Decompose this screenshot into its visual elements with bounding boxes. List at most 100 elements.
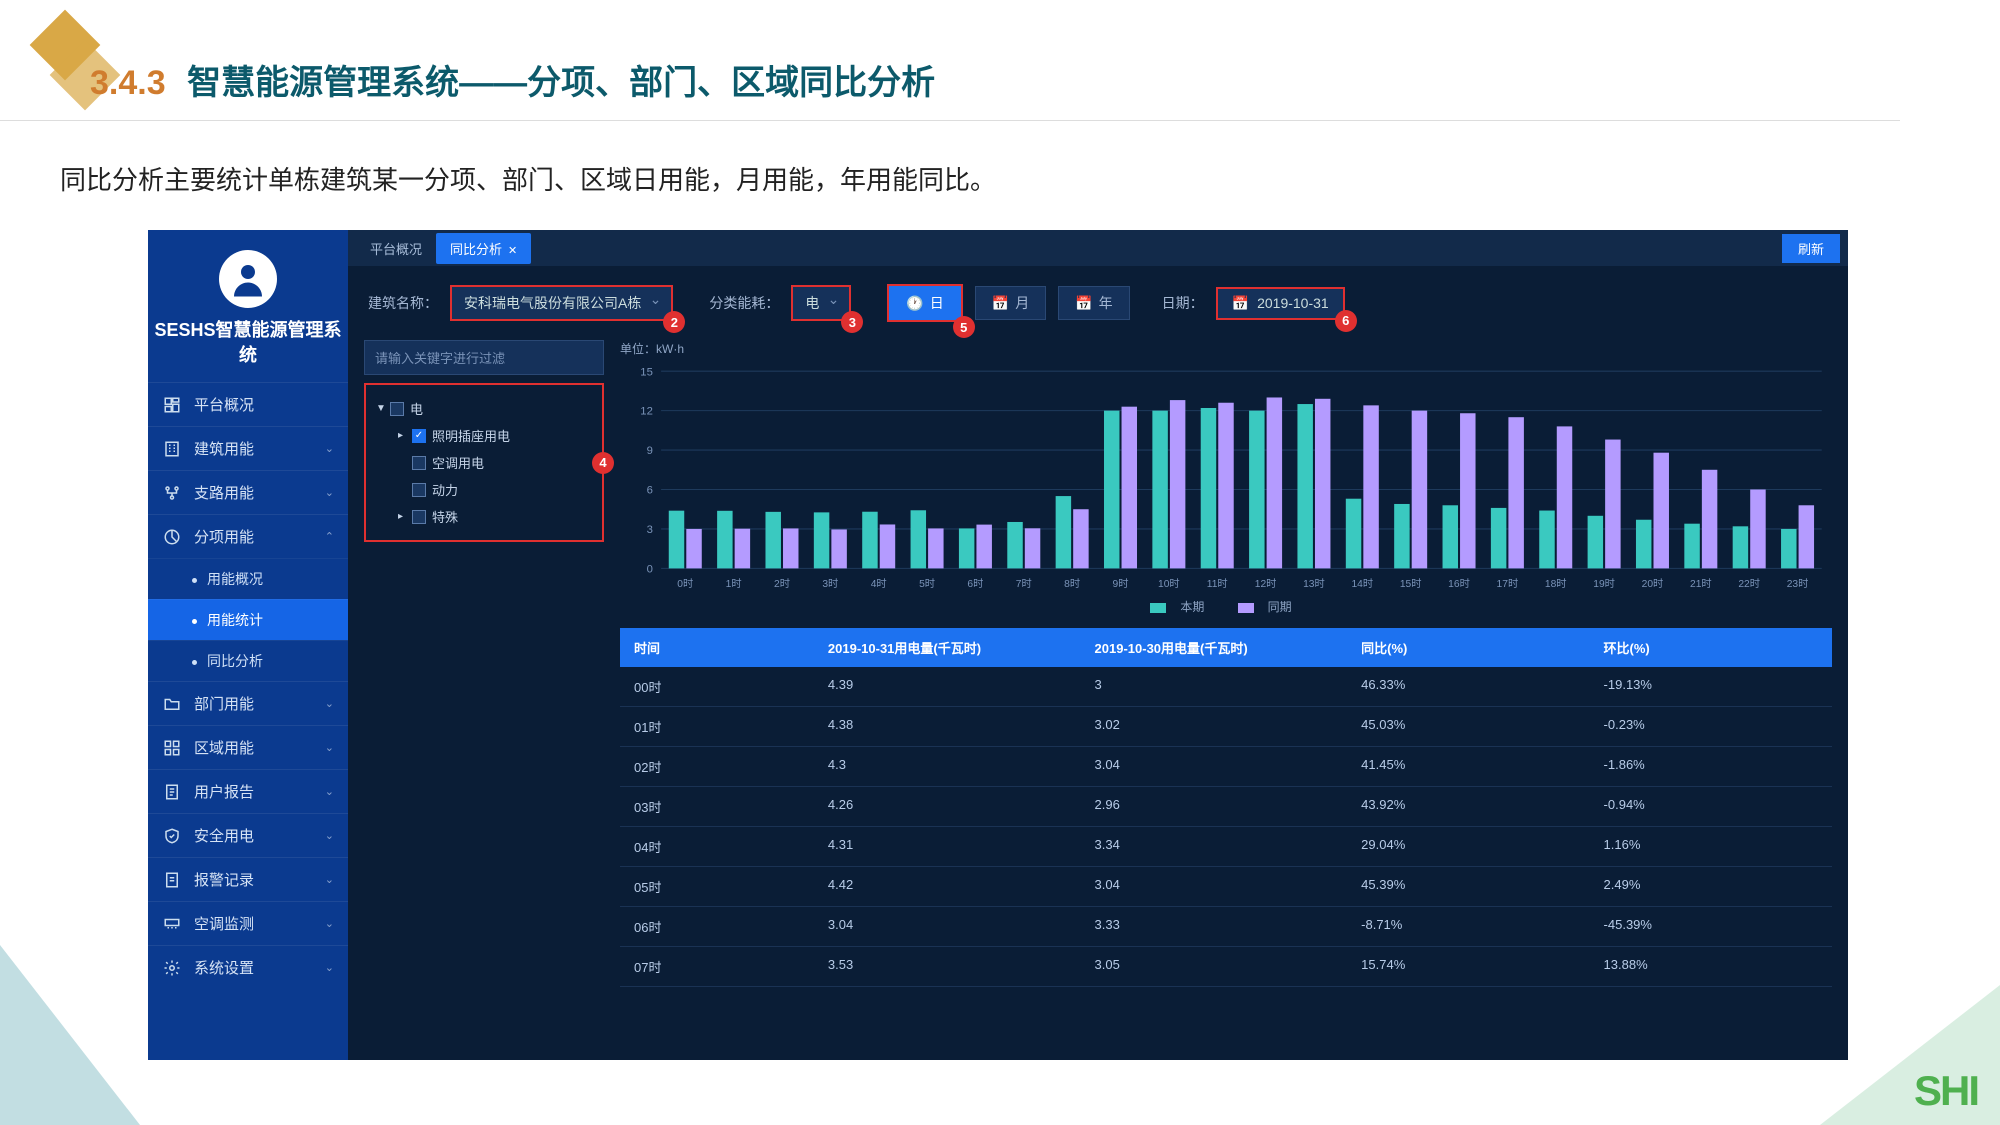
table-cell: 07时 <box>620 947 814 986</box>
folder-icon <box>162 694 182 714</box>
tab-yoy[interactable]: 同比分析 ✕ <box>436 233 531 264</box>
chevron-down-icon: ⌄ <box>325 741 334 754</box>
svg-text:23时: 23时 <box>1787 578 1809 590</box>
table-cell: 06时 <box>620 907 814 946</box>
slide-title: 3.4.3 智慧能源管理系统——分项、部门、区域同比分析 <box>90 55 935 104</box>
svg-text:0: 0 <box>647 563 653 575</box>
right-panel: 单位：kW·h 036912150时1时2时3时4时5时6时7时8时9时10时1… <box>620 340 1832 1044</box>
nav-menu: 平台概况 建筑用能 ⌄ 支路用能 ⌄ 分项用能 ⌃ 用能概况 用能统计 同比分析 <box>148 382 348 1060</box>
nav-item-alarm[interactable]: 报警记录 ⌄ <box>148 857 348 901</box>
nav-item-ac[interactable]: 空调监测 ⌄ <box>148 901 348 945</box>
system-name: SESHS智慧能源管理系统 <box>148 318 348 368</box>
nav-label: 安全用电 <box>194 825 325 846</box>
svg-text:13时: 13时 <box>1303 578 1325 590</box>
table-cell: 46.33% <box>1347 667 1589 706</box>
nav-item-branch[interactable]: 支路用能 ⌄ <box>148 470 348 514</box>
svg-text:12: 12 <box>640 406 653 418</box>
table-cell: 3 <box>1081 667 1348 706</box>
app-window: SESHS智慧能源管理系统 平台概况 建筑用能 ⌄ 支路用能 ⌄ 分项用能 ⌃ <box>148 230 1848 1060</box>
table-cell: 45.03% <box>1347 707 1589 746</box>
checkbox[interactable] <box>412 429 426 443</box>
avatar-icon[interactable] <box>219 250 277 308</box>
tab-label: 同比分析 <box>450 242 502 257</box>
branch-icon <box>162 483 182 503</box>
period-year-button[interactable]: 📅年 <box>1058 286 1129 320</box>
category-icon <box>162 527 182 547</box>
svg-text:10时: 10时 <box>1158 578 1180 590</box>
svg-text:9: 9 <box>647 445 653 457</box>
nav-label: 区域用能 <box>194 737 325 758</box>
legend-label: 同期 <box>1268 600 1292 614</box>
table-cell: 13.88% <box>1590 947 1832 986</box>
checkbox[interactable] <box>390 402 404 416</box>
section-number: 3.4.3 <box>90 64 166 102</box>
nav-sub-label: 同比分析 <box>207 653 263 669</box>
svg-text:19时: 19时 <box>1593 578 1615 590</box>
tree-expand-icon[interactable]: ▸ <box>398 430 412 441</box>
tree-node-power[interactable]: 动力 <box>398 476 592 503</box>
main-content: 平台概况 同比分析✕ 刷新 建筑名称： 安科瑞电气股份有限公司A栋 2 分类能耗… <box>348 230 1848 1060</box>
tree-root[interactable]: ▼ 电 <box>376 395 592 422</box>
tree-children: ▸照明插座用电 空调用电 动力 ▸特殊 <box>376 422 592 530</box>
chart-legend: 本期 同期 <box>620 598 1832 615</box>
nav-item-overview[interactable]: 平台概况 <box>148 382 348 426</box>
building-icon <box>162 439 182 459</box>
date-label: 日期： <box>1162 293 1204 313</box>
decoration-corner-bl <box>0 945 140 1125</box>
nav-item-area[interactable]: 区域用能 ⌄ <box>148 725 348 769</box>
svg-text:0时: 0时 <box>677 578 693 590</box>
nav-item-settings[interactable]: 系统设置 ⌄ <box>148 945 348 989</box>
energy-label: 分类能耗： <box>709 293 779 313</box>
table-cell: -0.23% <box>1590 707 1832 746</box>
svg-text:11时: 11时 <box>1207 578 1228 590</box>
tree-label: 空调用电 <box>432 453 484 472</box>
sidebar: SESHS智慧能源管理系统 平台概况 建筑用能 ⌄ 支路用能 ⌄ 分项用能 ⌃ <box>148 230 348 1060</box>
tree-search-input[interactable]: 请输入关键字进行过滤 <box>364 340 604 375</box>
nav-sub-label: 用能统计 <box>207 612 263 628</box>
table-cell: 3.04 <box>1081 747 1348 786</box>
checkbox[interactable] <box>412 483 426 497</box>
nav-item-building[interactable]: 建筑用能 ⌄ <box>148 426 348 470</box>
nav-item-category[interactable]: 分项用能 ⌃ <box>148 514 348 558</box>
svg-text:3: 3 <box>647 524 653 536</box>
table-cell: 1.16% <box>1590 827 1832 866</box>
building-select[interactable]: 安科瑞电气股份有限公司A栋 <box>450 285 673 321</box>
nav-sub-yoy[interactable]: 同比分析 <box>148 640 348 681</box>
legend-label: 本期 <box>1180 600 1204 614</box>
tree-expand-icon[interactable]: ▸ <box>398 511 412 522</box>
nav-label: 系统设置 <box>194 957 325 978</box>
date-picker[interactable]: 📅2019-10-31 <box>1216 287 1345 320</box>
table-cell: 4.42 <box>814 867 1081 906</box>
calendar-icon: 📅 <box>992 295 1009 312</box>
table-cell: 3.34 <box>1081 827 1348 866</box>
tab-overview[interactable]: 平台概况 <box>356 233 436 264</box>
nav-item-safety[interactable]: 安全用电 ⌄ <box>148 813 348 857</box>
svg-text:7时: 7时 <box>1016 578 1032 590</box>
refresh-label: 刷新 <box>1798 242 1824 257</box>
period-day-button[interactable]: 🕐日 <box>889 286 960 320</box>
tree-node-ac[interactable]: 空调用电 <box>398 449 592 476</box>
tree-node-lighting[interactable]: ▸照明插座用电 <box>398 422 592 449</box>
tree-collapse-icon[interactable]: ▼ <box>376 403 390 414</box>
nav-sub-overview[interactable]: 用能概况 <box>148 558 348 599</box>
checkbox[interactable] <box>412 510 426 524</box>
nav-sub-stats[interactable]: 用能统计 <box>148 599 348 640</box>
refresh-button[interactable]: 刷新 <box>1782 234 1840 263</box>
chevron-down-icon: ⌄ <box>325 917 334 930</box>
nav-item-report[interactable]: 用户报告 ⌄ <box>148 769 348 813</box>
nav-item-dept[interactable]: 部门用能 ⌄ <box>148 681 348 725</box>
calendar-icon: 📅 <box>1232 295 1249 312</box>
tree-node-special[interactable]: ▸特殊 <box>398 503 592 530</box>
close-icon[interactable]: ✕ <box>508 245 517 257</box>
period-month-button[interactable]: 📅月 <box>975 286 1046 320</box>
th-yoy: 同比(%) <box>1347 628 1589 667</box>
th-mom: 环比(%) <box>1590 628 1832 667</box>
table-cell: 00时 <box>620 667 814 706</box>
ac-icon <box>162 914 182 934</box>
period-segment: 🕐日 <box>887 284 962 322</box>
table-cell: 05时 <box>620 867 814 906</box>
nav-label: 分项用能 <box>194 526 325 547</box>
checkbox[interactable] <box>412 456 426 470</box>
table-row: 02时4.33.0441.45%-1.86% <box>620 747 1832 787</box>
table-cell: 2.49% <box>1590 867 1832 906</box>
